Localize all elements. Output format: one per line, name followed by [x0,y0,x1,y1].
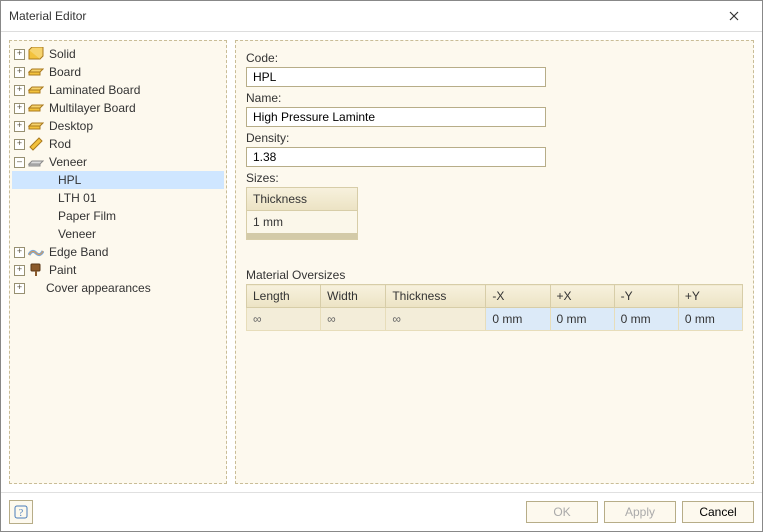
tree-item-multilayer-board[interactable]: + Multilayer Board [12,99,224,117]
tree-item-cover-appearances[interactable]: + Cover appearances [12,279,224,297]
tree-item-laminated-board[interactable]: + Laminated Board [12,81,224,99]
col-width: Width [321,285,386,308]
material-editor-window: Material Editor + Solid + Board + Lamina… [0,0,763,532]
col-minus-x: -X [486,285,550,308]
dialog-footer: ? OK Apply Cancel [1,492,762,531]
tree-item-label: Laminated Board [47,83,142,97]
tree-child-veneer[interactable]: Veneer [12,225,224,243]
tree-item-label: Veneer [56,227,98,241]
expand-icon[interactable]: + [14,121,25,132]
apply-button[interactable]: Apply [604,501,676,523]
window-title: Material Editor [9,9,714,23]
tree-item-board[interactable]: + Board [12,63,224,81]
tree-item-label: HPL [56,173,83,187]
cell-length: ∞ [247,308,321,331]
titlebar: Material Editor [1,1,762,32]
col-plus-y: +Y [678,285,742,308]
tree-item-label: Veneer [47,155,89,169]
expand-icon[interactable]: + [14,139,25,150]
tree-item-paint[interactable]: + Paint [12,261,224,279]
oversizes-table: Length Width Thickness -X +X -Y +Y ∞ ∞ ∞… [246,284,743,331]
expand-icon[interactable]: + [14,67,25,78]
expand-icon[interactable]: + [14,49,25,60]
tree-item-label: Solid [47,47,78,61]
expand-icon[interactable]: + [14,247,25,258]
window-body: + Solid + Board + Laminated Board + Mult… [1,32,762,492]
oversizes-label: Material Oversizes [246,268,743,282]
name-label: Name: [246,91,743,105]
tree-item-label: Board [47,65,83,79]
cancel-button[interactable]: Cancel [682,501,754,523]
veneer-icon [28,155,44,169]
sizes-label: Sizes: [246,171,743,185]
tree-item-label: Cover appearances [44,281,153,295]
cell-minus-x[interactable]: 0 mm [486,308,550,331]
collapse-icon[interactable]: – [14,157,25,168]
cell-thickness: ∞ [386,308,486,331]
tree-item-desktop[interactable]: + Desktop [12,117,224,135]
sizes-row[interactable]: 1 mm [247,211,357,233]
tree-item-veneer[interactable]: – Veneer [12,153,224,171]
board-icon [28,65,44,79]
cell-minus-y[interactable]: 0 mm [614,308,678,331]
board-icon [28,83,44,97]
paint-icon [28,263,44,277]
edgeband-icon [28,245,44,259]
close-button[interactable] [714,2,754,30]
cell-plus-y[interactable]: 0 mm [678,308,742,331]
expand-icon[interactable]: + [14,103,25,114]
col-thickness: Thickness [386,285,486,308]
tree-child-hpl[interactable]: HPL [12,171,224,189]
tree-child-lth01[interactable]: LTH 01 [12,189,224,207]
ok-button[interactable]: OK [526,501,598,523]
tree-item-solid[interactable]: + Solid [12,45,224,63]
sizes-header: Thickness [247,188,357,211]
code-input[interactable] [246,67,546,87]
cell-plus-x[interactable]: 0 mm [550,308,614,331]
table-header-row: Length Width Thickness -X +X -Y +Y [247,285,743,308]
tree-item-label: Rod [47,137,73,151]
expand-icon[interactable]: + [14,283,25,294]
tree-item-label: Multilayer Board [47,101,138,115]
close-icon [729,11,739,21]
tree-item-label: LTH 01 [56,191,98,205]
density-input[interactable] [246,147,546,167]
expand-icon[interactable]: + [14,85,25,96]
table-row: ∞ ∞ ∞ 0 mm 0 mm 0 mm 0 mm [247,308,743,331]
tree-item-label: Paper Film [56,209,118,223]
col-plus-x: +X [550,285,614,308]
tree-item-label: Edge Band [47,245,110,259]
tree-item-label: Desktop [47,119,95,133]
help-button[interactable]: ? [9,500,33,524]
density-label: Density: [246,131,743,145]
tree-child-paper-film[interactable]: Paper Film [12,207,224,225]
material-tree: + Solid + Board + Laminated Board + Mult… [9,40,227,484]
sizes-footer [247,233,357,239]
tree-item-edge-band[interactable]: + Edge Band [12,243,224,261]
col-length: Length [247,285,321,308]
board-icon [28,119,44,133]
help-icon: ? [14,505,28,519]
tree-item-rod[interactable]: + Rod [12,135,224,153]
material-form: Code: Name: Density: Sizes: Thickness 1 … [235,40,754,484]
name-input[interactable] [246,107,546,127]
code-label: Code: [246,51,743,65]
cell-width: ∞ [321,308,386,331]
board-icon [28,101,44,115]
expand-icon[interactable]: + [14,265,25,276]
rod-icon [28,137,44,151]
tree-item-label: Paint [47,263,78,277]
solid-icon [28,47,44,61]
col-minus-y: -Y [614,285,678,308]
sizes-table: Thickness 1 mm [246,187,358,240]
svg-text:?: ? [19,508,24,519]
